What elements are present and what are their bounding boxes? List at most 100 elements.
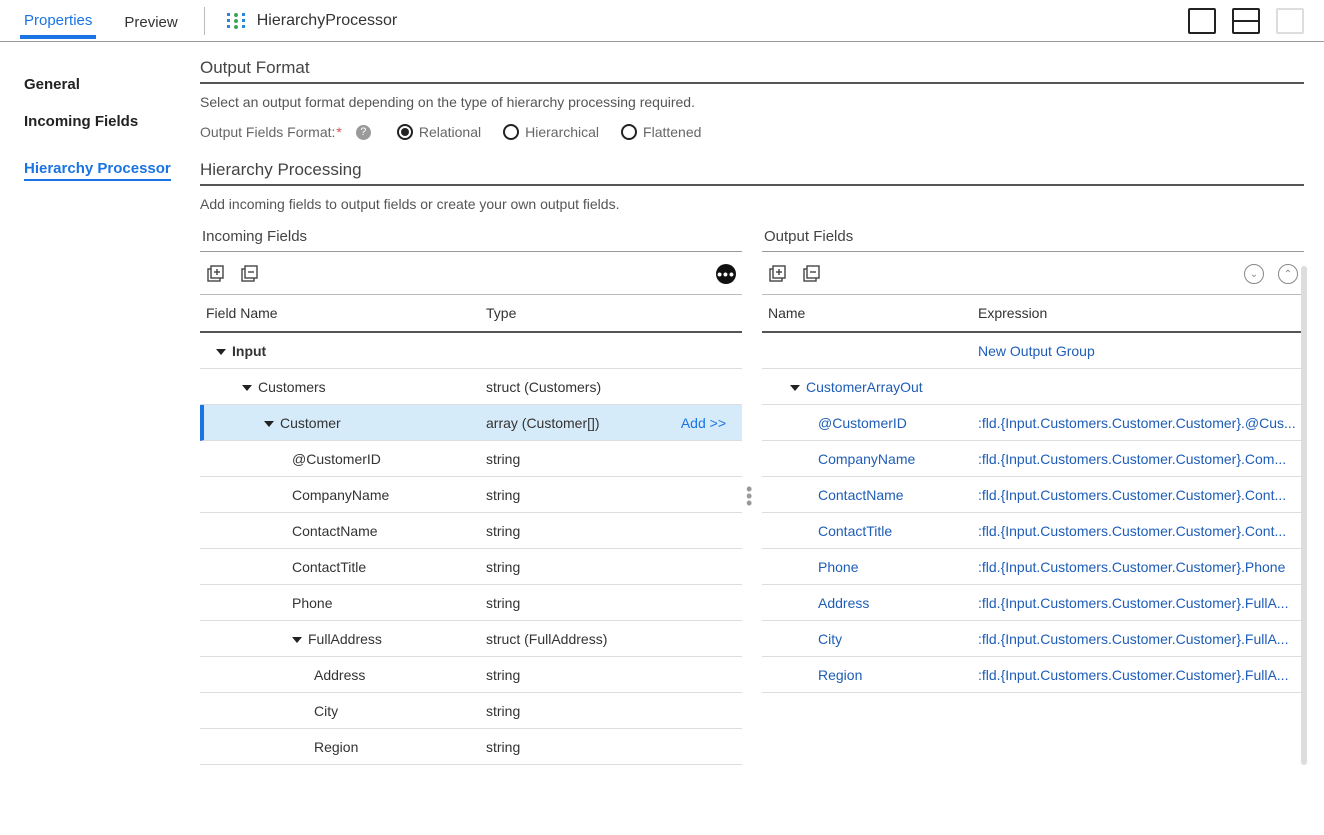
incoming-row[interactable]: Input (200, 333, 742, 369)
layout-single-icon[interactable] (1188, 8, 1216, 34)
hierarchy-processing-desc: Add incoming fields to output fields or … (200, 196, 1304, 212)
output-field-name[interactable]: ContactTitle (818, 523, 892, 539)
field-name: Input (232, 343, 266, 359)
caret-down-icon[interactable] (264, 421, 274, 427)
panels: Incoming Fields ••• Field Name Type Inpu… (200, 226, 1304, 765)
chevron-up-icon[interactable]: ⌃ (1278, 264, 1298, 284)
format-radio-group: Relational Hierarchical Flattened (397, 124, 702, 140)
output-field-name[interactable]: Address (818, 595, 869, 611)
incoming-row[interactable]: ContactTitle string (200, 549, 742, 585)
panel-resize-handle[interactable]: ••• (746, 486, 752, 507)
radio-relational-label: Relational (419, 124, 481, 140)
help-icon[interactable]: ? (356, 125, 371, 140)
incoming-row[interactable]: @CustomerIDstring (200, 441, 742, 477)
main: General Incoming Fields Hierarchy Proces… (0, 42, 1324, 835)
sidebar-item-hierarchy-processor[interactable]: Hierarchy Processor (24, 150, 171, 181)
output-field-name[interactable]: Phone (818, 559, 858, 575)
expression-value[interactable]: :fld.{Input.Customers.Customer.Customer}… (978, 523, 1286, 539)
output-row[interactable]: City :fld.{Input.Customers.Customer.Custo… (762, 621, 1304, 657)
tab-properties[interactable]: Properties (20, 2, 96, 39)
field-name: Customers (258, 379, 326, 395)
expression-value[interactable]: :fld.{Input.Customers.Customer.Customer}… (978, 451, 1286, 467)
output-panel: Output Fields ⌄ ⌃ Name Expression New Ou… (762, 226, 1304, 765)
incoming-row[interactable]: Customersstruct (Customers) (200, 369, 742, 405)
expression-value[interactable]: :fld.{Input.Customers.Customer.Customer}… (978, 667, 1288, 683)
incoming-row[interactable]: Phone string (200, 585, 742, 621)
layout-split-icon[interactable] (1232, 8, 1260, 34)
output-title: Output Fields (762, 226, 1304, 252)
output-toolbar: ⌄ ⌃ (762, 252, 1304, 294)
hierarchy-processor-icon (227, 11, 249, 31)
radio-flattened[interactable]: Flattened (621, 124, 701, 140)
field-name: ContactTitle (292, 559, 366, 575)
sidebar-item-general[interactable]: General (24, 66, 200, 103)
incoming-title: Incoming Fields (200, 226, 742, 252)
expression-value[interactable]: :fld.{Input.Customers.Customer.Customer}… (978, 595, 1288, 611)
output-row[interactable]: CompanyName :fld.{Input.Customers.Custome… (762, 441, 1304, 477)
layout-alt-icon[interactable] (1276, 8, 1304, 34)
incoming-body: Input Customersstruct (Customers)Customer… (200, 333, 742, 765)
output-row[interactable]: Region :fld.{Input.Customers.Customer.Cus… (762, 657, 1304, 693)
incoming-col-type: Type (486, 305, 656, 321)
output-row[interactable]: Address :fld.{Input.Customers.Customer.Cu… (762, 585, 1304, 621)
divider (200, 82, 1304, 84)
caret-down-icon[interactable] (242, 385, 252, 391)
caret-down-icon[interactable] (216, 349, 226, 355)
output-field-name[interactable]: CompanyName (818, 451, 915, 467)
expression-value[interactable]: :fld.{Input.Customers.Customer.Customer}… (978, 415, 1296, 431)
output-field-name[interactable]: City (818, 631, 842, 647)
output-field-name[interactable]: @CustomerID (818, 415, 907, 431)
expression-value[interactable]: :fld.{Input.Customers.Customer.Customer}… (978, 487, 1286, 503)
field-type: string (486, 559, 656, 575)
output-row[interactable]: ContactTitle :fld.{Input.Customers.Custom… (762, 513, 1304, 549)
field-name: @CustomerID (292, 451, 381, 467)
incoming-row[interactable]: ContactNamestring (200, 513, 742, 549)
incoming-col-fieldname: Field Name (206, 305, 486, 321)
collapse-all-icon[interactable] (240, 264, 260, 284)
incoming-row[interactable]: Addressstring (200, 657, 742, 693)
field-type: array (Customer[]) (486, 415, 656, 431)
sidebar-item-incoming-fields[interactable]: Incoming Fields (24, 103, 200, 140)
output-fields-format-label: Output Fields Format:* (200, 124, 342, 140)
incoming-row[interactable]: FullAddressstruct (FullAddress) (200, 621, 742, 657)
output-row[interactable]: ContactName :fld.{Input.Customers.Custome… (762, 477, 1304, 513)
new-output-group-link[interactable]: New Output Group (978, 343, 1095, 359)
tab-preview[interactable]: Preview (120, 4, 181, 37)
more-menu-icon[interactable]: ••• (716, 264, 736, 284)
processor-title: HierarchyProcessor (227, 11, 397, 31)
incoming-row[interactable]: Regionstring (200, 729, 742, 765)
incoming-row[interactable]: CompanyNamestring (200, 477, 742, 513)
caret-down-icon[interactable] (292, 637, 302, 643)
output-row[interactable]: @CustomerID :fld.{Input.Customers.Custome… (762, 405, 1304, 441)
output-field-name[interactable]: Region (818, 667, 862, 683)
field-name: City (314, 703, 338, 719)
expression-value[interactable]: :fld.{Input.Customers.Customer.Customer}… (978, 631, 1288, 647)
output-field-name[interactable]: CustomerArrayOut (806, 379, 923, 395)
output-col-expression: Expression (978, 305, 1298, 321)
output-format-title: Output Format (200, 58, 1304, 82)
divider (200, 184, 1304, 186)
separator (204, 7, 205, 35)
expression-value[interactable]: :fld.{Input.Customers.Customer.Customer}… (978, 559, 1285, 575)
top-tabs: Properties Preview (20, 0, 182, 41)
field-type: string (486, 703, 656, 719)
processor-name: HierarchyProcessor (257, 12, 397, 30)
collapse-all-icon[interactable] (802, 264, 822, 284)
radio-hierarchical[interactable]: Hierarchical (503, 124, 599, 140)
caret-down-icon[interactable] (790, 385, 800, 391)
output-field-name[interactable]: ContactName (818, 487, 904, 503)
output-row[interactable]: New Output Group (762, 333, 1304, 369)
expand-all-icon[interactable] (768, 264, 788, 284)
add-field-link[interactable]: Add >> (681, 415, 726, 431)
output-row[interactable]: Phone :fld.{Input.Customers.Customer.Cust… (762, 549, 1304, 585)
field-name: Phone (292, 595, 332, 611)
chevron-down-icon[interactable]: ⌄ (1244, 264, 1264, 284)
radio-relational[interactable]: Relational (397, 124, 481, 140)
incoming-row[interactable]: City string (200, 693, 742, 729)
field-name: CompanyName (292, 487, 389, 503)
output-row[interactable]: CustomerArrayOut (762, 369, 1304, 405)
expand-all-icon[interactable] (206, 264, 226, 284)
top-bar: Properties Preview HierarchyProcessor (0, 0, 1324, 42)
field-type: string (486, 595, 656, 611)
incoming-row[interactable]: Customerarray (Customer[])Add >> (200, 405, 742, 441)
